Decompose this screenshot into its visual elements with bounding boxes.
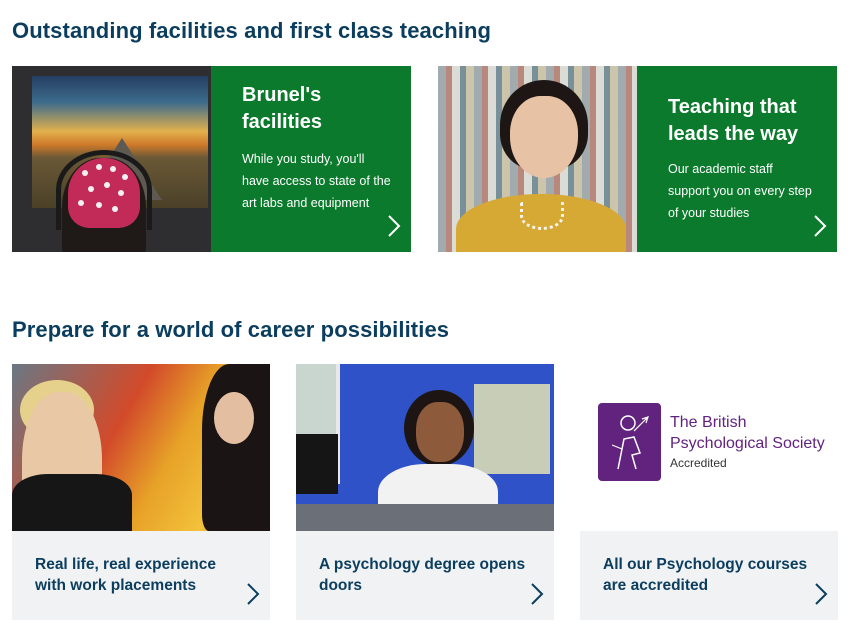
chevron-right-icon[interactable] bbox=[246, 583, 260, 605]
career-card-degree[interactable]: A psychology degree opens doors bbox=[296, 364, 554, 620]
eeg-lab-photo bbox=[12, 66, 211, 252]
career-label: All our Psychology courses are accredite… bbox=[603, 556, 808, 594]
feature-panel: Brunel's facilities While you study, you… bbox=[211, 66, 411, 252]
feature-panel: Teaching that leads the way Our academic… bbox=[637, 66, 837, 252]
bps-name-line1: The British bbox=[670, 414, 747, 431]
lecturer-photo bbox=[438, 66, 637, 252]
bps-name: The British Psychological Society bbox=[670, 412, 825, 454]
chevron-right-icon[interactable] bbox=[813, 215, 827, 237]
bps-emblem-icon bbox=[598, 403, 661, 481]
chevron-right-icon[interactable] bbox=[530, 583, 544, 605]
chevron-right-icon[interactable] bbox=[387, 215, 401, 237]
career-caption: A psychology degree opens doors bbox=[296, 531, 554, 620]
career-label: Real life, real experience with work pla… bbox=[35, 556, 216, 594]
chevron-right-icon[interactable] bbox=[814, 583, 828, 605]
staff-office-photo bbox=[296, 364, 554, 531]
bps-subtitle: Accredited bbox=[670, 456, 727, 470]
bps-accredited-logo: The British Psychological Society Accred… bbox=[580, 364, 838, 531]
section-title-careers: Prepare for a world of career possibilit… bbox=[12, 317, 450, 342]
feature-text: Our academic staff support you on every … bbox=[668, 162, 812, 220]
bps-name-line2: Psychological Society bbox=[670, 435, 825, 452]
career-caption: Real life, real experience with work pla… bbox=[12, 531, 270, 620]
feature-card-teaching[interactable]: Teaching that leads the way Our academic… bbox=[438, 66, 837, 252]
career-card-placements[interactable]: Real life, real experience with work pla… bbox=[12, 364, 270, 620]
feature-card-facilities[interactable]: Brunel's facilities While you study, you… bbox=[12, 66, 411, 252]
feature-title: Brunel's facilities bbox=[242, 84, 323, 133]
career-label: A psychology degree opens doors bbox=[319, 556, 526, 594]
career-card-accreditation[interactable]: The British Psychological Society Accred… bbox=[580, 364, 838, 620]
career-caption: All our Psychology courses are accredite… bbox=[580, 531, 838, 620]
placement-students-photo bbox=[12, 364, 270, 531]
feature-text: While you study, you'll have access to s… bbox=[242, 152, 391, 210]
section-title-facilities: Outstanding facilities and first class t… bbox=[12, 18, 492, 43]
feature-title: Teaching that leads the way bbox=[668, 96, 799, 145]
